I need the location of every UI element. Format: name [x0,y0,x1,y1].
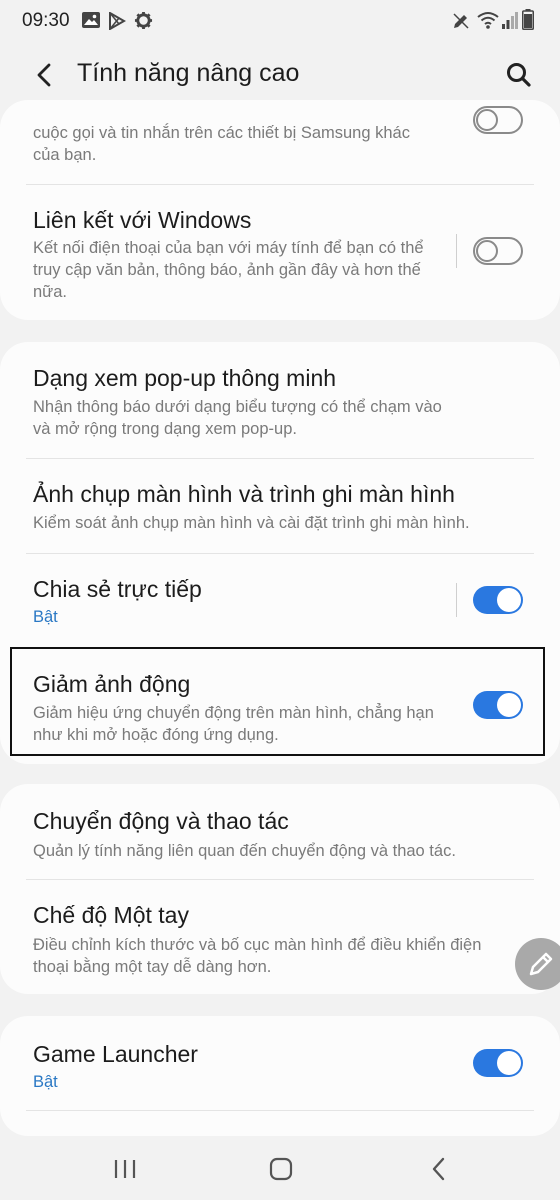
item-description: Quản lý tính năng liên quan đến chuyển đ… [33,842,456,860]
navigation-bar [0,1140,560,1200]
list-item-one-handed-mode[interactable]: Chế độ Một tay Điều chỉnh kích thước và … [0,880,560,994]
item-state: Bật [33,1073,58,1091]
partial-description-line2: của bạn. [33,146,97,164]
toggle-knob [497,588,521,612]
vertical-separator [456,234,457,268]
item-title: Chế độ Một tay [33,902,189,928]
toggle-knob [497,693,521,717]
settings-card-1: cuộc gọi và tin nhắn trên các thiết bị S… [0,100,560,320]
signal-icon [502,12,518,29]
list-item-direct-share[interactable]: Chia sẻ trực tiếp Bật [0,554,560,648]
settings-card-3: Chuyển động và thao tác Quản lý tính năn… [0,784,560,994]
direct-share-toggle[interactable] [473,586,523,614]
status-bar: 09:30 [0,0,560,42]
pencil-icon [529,952,553,976]
edit-icon [453,13,469,29]
back-arrow-icon[interactable] [28,58,62,92]
item-description: Nhận thông báo dưới dạng biểu tượng có t… [33,398,442,438]
item-title: Liên kết với Windows [33,207,252,233]
list-item-partial[interactable]: cuộc gọi và tin nhắn trên các thiết bị S… [0,100,560,184]
recents-icon[interactable] [112,1158,138,1180]
toggle-knob [476,109,498,131]
page-title: Tính năng nâng cao [77,59,300,87]
item-title: Dạng xem pop-up thông minh [33,365,337,391]
item-description: Kiểm soát ảnh chụp màn hình và cài đặt t… [33,514,470,532]
item-description: Giảm hiệu ứng chuyển động trên màn hình,… [33,704,434,744]
item-title: Giảm ảnh động [33,671,191,697]
item-title: Chuyển động và thao tác [33,808,289,834]
list-item-smart-popup-view[interactable]: Dạng xem pop-up thông minh Nhận thông bá… [0,342,560,458]
item-title: Chia sẻ trực tiếp [33,576,202,602]
toggle-knob [476,240,498,262]
item-description: Điều chỉnh kích thước và bố cục màn hình… [33,936,482,976]
wifi-icon [477,12,499,29]
list-item-link-to-windows[interactable]: Liên kết với Windows Kết nối điện thoại … [0,185,560,320]
gallery-icon [82,12,100,28]
partial-description-line1: cuộc gọi và tin nhắn trên các thiết bị S… [33,124,410,142]
item-title: Game Launcher [33,1041,198,1067]
search-icon[interactable] [502,58,536,92]
back-icon[interactable] [428,1156,450,1182]
list-item-game-launcher[interactable]: Game Launcher Bật [0,1016,560,1110]
battery-icon [522,9,534,30]
vertical-separator [456,583,457,617]
settings-card-4: Game Launcher Bật [0,1016,560,1136]
item-title: Ảnh chụp màn hình và trình ghi màn hình [33,481,455,507]
reduce-animations-toggle[interactable] [473,691,523,719]
item-state: Bật [33,608,58,626]
toggle-knob [497,1051,521,1075]
status-time: 09:30 [22,10,70,31]
partial-toggle-switch[interactable] [473,106,523,134]
edit-floating-button[interactable] [515,938,560,990]
game-launcher-toggle[interactable] [473,1049,523,1077]
item-description: Kết nối điện thoại của bạn với máy tính … [33,239,424,301]
settings-gear-icon [134,11,153,30]
link-to-windows-toggle[interactable] [473,237,523,265]
settings-card-2: Dạng xem pop-up thông minh Nhận thông bá… [0,342,560,764]
list-item-reduce-animations[interactable]: Giảm ảnh động Giảm hiệu ứng chuyển động … [0,649,560,764]
divider [26,1110,534,1111]
play-store-icon [109,12,126,30]
home-icon[interactable] [268,1156,294,1182]
list-item-motions-gestures[interactable]: Chuyển động và thao tác Quản lý tính năn… [0,784,560,879]
list-item-screenshots-recorder[interactable]: Ảnh chụp màn hình và trình ghi màn hình … [0,459,560,553]
app-bar: Tính năng nâng cao [0,42,560,108]
